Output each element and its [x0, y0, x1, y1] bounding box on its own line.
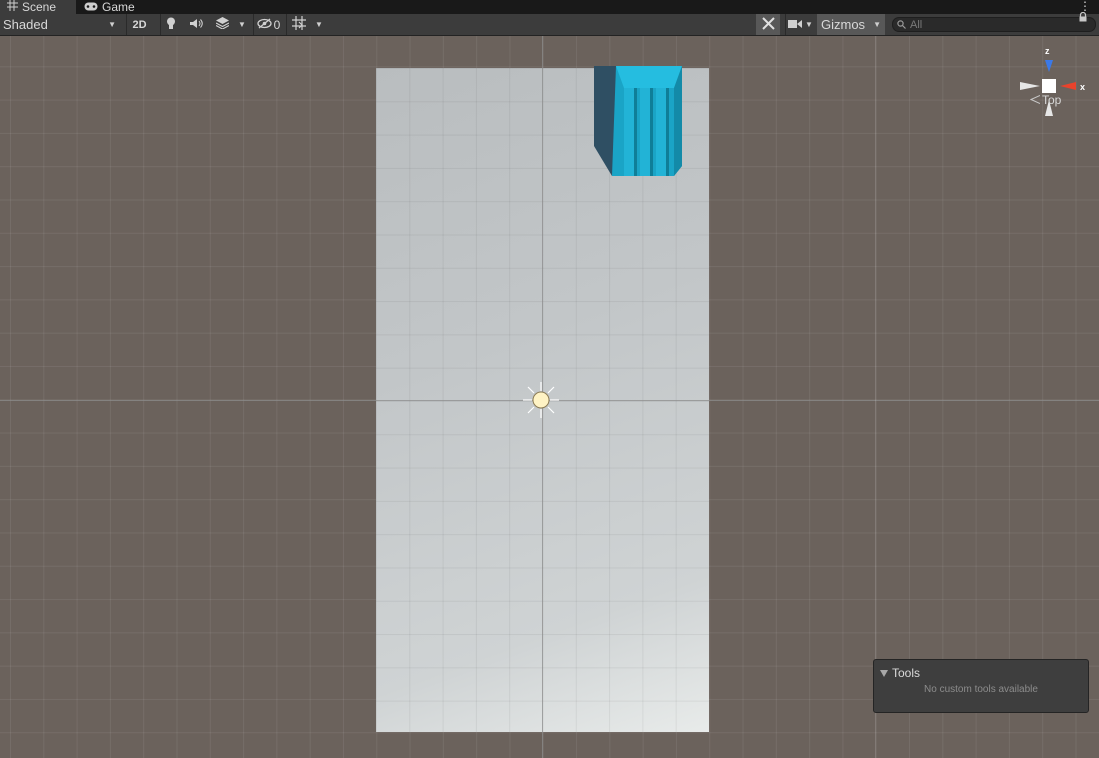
search-icon: [897, 18, 906, 32]
tab-label: Scene: [22, 0, 57, 14]
tab-game[interactable]: Game: [84, 0, 154, 14]
scene-lighting-toggle[interactable]: [160, 14, 180, 35]
lock-icon[interactable]: [1078, 12, 1088, 22]
tools-overlay-panel: Tools No custom tools available: [873, 659, 1089, 713]
grid-major-line: [875, 36, 876, 758]
grid-snapping-toggle[interactable]: [286, 14, 310, 35]
lightbulb-icon: [166, 17, 176, 33]
scene-audio-toggle[interactable]: [186, 14, 206, 35]
tools-panel-header[interactable]: Tools: [880, 666, 920, 680]
speaker-icon: [189, 18, 203, 32]
shading-mode-dropdown[interactable]: Shaded ▼: [0, 14, 120, 35]
perspective-toggle-icon: [1029, 93, 1041, 107]
tools-empty-message: No custom tools available: [924, 684, 1038, 695]
chevron-down-icon: ▼: [108, 20, 116, 29]
window-tab-bar: Scene Game ⋮: [0, 0, 1099, 14]
gamepad-icon: [84, 0, 98, 14]
tab-label: Game: [102, 0, 135, 14]
view-label-text: Top: [1042, 93, 1062, 107]
chevron-down-icon: ▼: [805, 20, 813, 29]
chevron-down-icon: ▼: [238, 20, 246, 29]
grid-snap-icon: [291, 16, 306, 33]
scene-viewport[interactable]: z x: [0, 36, 1099, 758]
hidden-eye-icon: [257, 17, 272, 32]
directional-light-icon[interactable]: [521, 380, 561, 420]
grid-dropdown[interactable]: ▼: [311, 14, 327, 35]
z-axis-label: z: [1045, 46, 1050, 56]
grid-icon: [7, 0, 18, 14]
effects-dropdown[interactable]: ▼: [234, 14, 250, 35]
tab-scene[interactable]: Scene: [0, 0, 76, 14]
x-axis-label: x: [1080, 82, 1085, 92]
scene-effects-toggle[interactable]: [211, 14, 233, 35]
hidden-count: 0: [273, 17, 281, 32]
scene-visibility-toggle[interactable]: 0: [253, 14, 283, 35]
neg-x-axis-arrow[interactable]: [1020, 82, 1040, 90]
scene-toolbar: Shaded ▼ 2D ▼ 0 ▼ ▼ Gizmos ▼ All: [0, 14, 1099, 36]
x-axis-arrow[interactable]: [1060, 82, 1076, 90]
camera-icon: [788, 18, 803, 32]
chevron-down-icon: ▼: [873, 20, 881, 29]
orientation-gizmo[interactable]: z x: [1016, 46, 1090, 126]
gizmo-center-cube[interactable]: [1042, 79, 1056, 93]
box-object[interactable]: [594, 66, 684, 178]
tools-icon: [761, 16, 775, 33]
layers-icon: [215, 17, 229, 32]
toggle-2d-button[interactable]: 2D: [126, 14, 152, 35]
gizmos-dropdown[interactable]: Gizmos ▼: [817, 14, 885, 35]
z-axis-arrow[interactable]: [1045, 60, 1053, 72]
scene-tools-button[interactable]: [756, 14, 780, 35]
camera-settings-dropdown[interactable]: ▼: [785, 14, 815, 35]
triangle-down-icon: [880, 666, 888, 680]
search-input[interactable]: All: [892, 17, 1096, 32]
search-field-container: All: [891, 14, 1097, 35]
gizmos-label: Gizmos: [821, 17, 866, 32]
chevron-down-icon: ▼: [315, 20, 323, 29]
shading-mode-label: Shaded: [3, 17, 48, 32]
search-placeholder: All: [910, 18, 923, 31]
view-mode-label[interactable]: Top: [1029, 93, 1062, 107]
tools-title: Tools: [892, 666, 921, 680]
